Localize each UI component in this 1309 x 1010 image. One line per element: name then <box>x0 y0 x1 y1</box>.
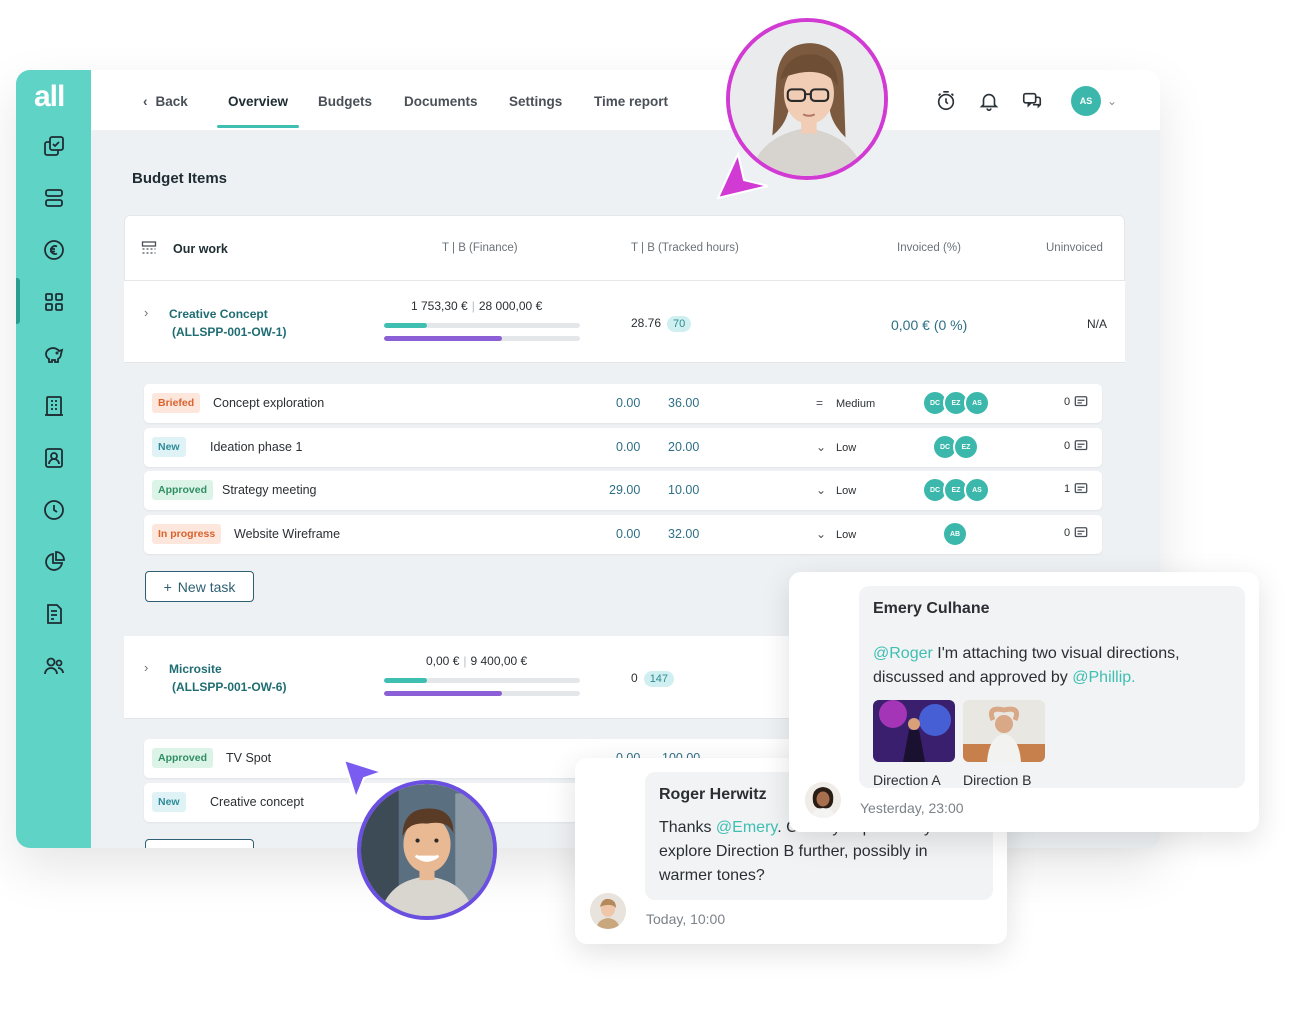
task-name: Creative concept <box>210 795 304 809</box>
avatar: AB <box>942 521 968 547</box>
budget-hours-badge: 70 <box>667 316 692 332</box>
budget-hours-badge: 147 <box>643 671 675 687</box>
priority-selector[interactable]: ⌄ Low <box>816 483 856 497</box>
column-our-work: Our work <box>173 242 228 256</box>
budget-item-name[interactable]: Creative Concept (ALLSPP-001-OW-1) <box>169 305 286 341</box>
comment-icon <box>1074 440 1088 451</box>
finance-values: 0,00 € | 9 400,00 € <box>426 654 528 668</box>
task-row[interactable]: In progress Website Wireframe 0.00 32.00… <box>144 515 1102 554</box>
chevron-right-icon[interactable]: › <box>144 660 148 675</box>
chevron-down-icon: ⌄ <box>816 483 827 497</box>
uninvoiced-value: N/A <box>1087 317 1108 331</box>
tracked-hours: 0 147 <box>631 671 675 687</box>
task-row[interactable]: Approved Strategy meeting 29.00 10.00 ⌄ L… <box>144 471 1102 510</box>
comments-count[interactable]: 0 <box>1064 395 1088 409</box>
task-tracked: 29.00 <box>609 483 641 497</box>
avatar: AS <box>964 477 990 503</box>
finance-values: 1 753,30 € | 28 000,00 € <box>411 299 543 313</box>
table-header: Our work T | B (Finance) T | B (Tracked … <box>124 215 1125 281</box>
chevron-right-icon[interactable]: › <box>144 305 148 320</box>
pointer-cursor-icon <box>716 150 769 200</box>
task-tracked: 0.00 <box>616 440 641 454</box>
priority-selector[interactable]: = Medium <box>816 396 875 410</box>
comments-count[interactable]: 1 <box>1064 482 1088 496</box>
attachment-thumbnail[interactable] <box>963 700 1045 762</box>
message-text-line: discussed and approved by @Phillip. <box>873 669 1136 686</box>
mention-link[interactable]: @Roger <box>873 645 933 662</box>
task-tracked: 0.00 <box>616 527 641 541</box>
message-bubble: Emery Culhane @Roger I'm attaching two v… <box>859 586 1245 788</box>
avatar: AS <box>964 390 990 416</box>
new-task-button[interactable] <box>145 839 254 848</box>
task-name: Ideation phase 1 <box>210 440 303 454</box>
comment-icon <box>1074 483 1088 494</box>
finance-progress-bar <box>384 678 580 683</box>
message-timestamp: Today, 10:00 <box>646 911 726 927</box>
finance-progress-bar <box>384 323 580 328</box>
task-name: Website Wireframe <box>234 527 341 541</box>
task-row[interactable]: New Ideation phase 1 0.00 20.00 ⌄ Low DC … <box>144 428 1102 467</box>
plus-icon: + <box>163 578 172 595</box>
mention-link[interactable]: @Phillip. <box>1072 669 1135 686</box>
tracked-hours: 28.76 70 <box>631 316 692 332</box>
message-text-line: warmer tones? <box>659 867 765 884</box>
column-tracked-hours: T | B (Tracked hours) <box>631 242 739 254</box>
comment-icon <box>1074 396 1088 407</box>
task-row[interactable]: Briefed Concept exploration 0.00 36.00 =… <box>144 384 1102 423</box>
comments-count[interactable]: 0 <box>1064 526 1088 540</box>
mention-link[interactable]: @Emery <box>716 819 777 836</box>
new-task-button[interactable]: + New task <box>145 571 254 602</box>
hours-progress-bar <box>384 336 580 341</box>
column-finance: T | B (Finance) <box>442 242 518 254</box>
avatar <box>805 782 841 818</box>
sender-name: Roger Herwitz <box>659 786 767 803</box>
column-uninvoiced: Uninvoiced <box>1046 242 1103 254</box>
status-badge: New <box>152 792 186 812</box>
status-badge: In progress <box>152 524 222 544</box>
priority-selector[interactable]: ⌄ Low <box>816 440 856 454</box>
task-tracked: 0.00 <box>616 396 641 410</box>
message-text-line: explore Direction B further, possibly in <box>659 843 928 860</box>
budget-item-name[interactable]: Microsite (ALLSPP-001-OW-6) <box>169 660 286 696</box>
chat-message-card: Emery Culhane @Roger I'm attaching two v… <box>789 572 1259 832</box>
avatar: EZ <box>953 434 979 460</box>
invoiced-value: 0,00 € (0 %) <box>891 317 968 333</box>
task-budget: 36.00 <box>668 396 700 410</box>
priority-selector[interactable]: ⌄ Low <box>816 527 856 541</box>
attachment-label: Direction A <box>873 772 941 788</box>
status-badge: Approved <box>152 480 214 500</box>
column-invoiced: Invoiced (%) <box>897 242 961 254</box>
task-budget: 20.00 <box>668 440 700 454</box>
budget-row[interactable]: › Creative Concept (ALLSPP-001-OW-1) 1 7… <box>124 281 1125 363</box>
comments-count[interactable]: 0 <box>1064 439 1088 453</box>
sender-name: Emery Culhane <box>873 600 990 617</box>
hours-progress-bar <box>384 691 580 696</box>
task-name: TV Spot <box>226 751 272 765</box>
message-timestamp: Yesterday, 23:00 <box>860 800 964 816</box>
avatar <box>590 893 626 929</box>
attachment-thumbnail[interactable] <box>873 700 955 762</box>
status-badge: Approved <box>152 748 214 768</box>
chevron-down-icon: ⌄ <box>816 527 827 541</box>
task-name: Strategy meeting <box>222 483 317 497</box>
status-badge: New <box>152 437 186 457</box>
task-name: Concept exploration <box>213 396 325 410</box>
task-budget: 10.00 <box>668 483 700 497</box>
chevron-down-icon: ⌄ <box>816 440 827 454</box>
table-icon <box>141 240 157 256</box>
task-budget: 32.00 <box>668 527 700 541</box>
status-badge: Briefed <box>152 393 201 413</box>
equals-icon: = <box>816 396 824 410</box>
message-text: @Roger I'm attaching two visual directio… <box>873 645 1180 662</box>
pointer-cursor-icon <box>342 758 386 801</box>
attachment-label: Direction B <box>963 772 1032 788</box>
comment-icon <box>1074 527 1088 538</box>
